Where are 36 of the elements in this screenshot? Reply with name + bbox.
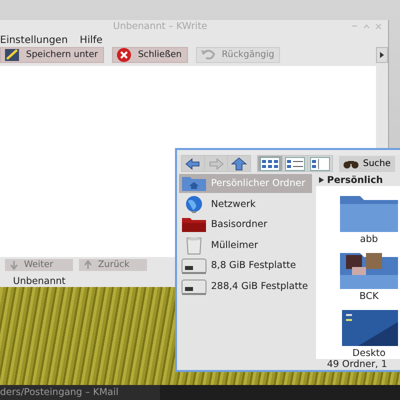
places-item[interactable]: 8,8 GiB Festplatte — [179, 256, 312, 275]
close-icon — [116, 46, 132, 63]
file-name[interactable]: BCK — [359, 291, 379, 302]
file-name[interactable]: Deskto — [352, 348, 386, 359]
icon-view-button[interactable] — [258, 156, 282, 171]
details-view-button[interactable] — [283, 156, 307, 171]
hard-drive-icon — [181, 256, 207, 275]
search-button[interactable]: Suche — [339, 156, 395, 172]
document-pen-icon — [4, 46, 20, 63]
menu-item[interactable]: Einstellungen — [0, 34, 68, 46]
file-name[interactable]: abb — [360, 234, 378, 245]
up-arrow-icon — [83, 260, 93, 270]
maximize-icon — [363, 23, 370, 30]
up-button[interactable] — [228, 156, 250, 171]
back-button[interactable] — [182, 156, 204, 171]
places-item[interactable]: 288,4 GiB Festplatte — [179, 276, 312, 296]
binoculars-icon — [343, 158, 359, 168]
menu-item[interactable]: Hilfe — [80, 34, 103, 46]
hard-drive-icon — [181, 276, 207, 296]
places-item[interactable]: Basisordner — [179, 215, 312, 234]
column-view-button[interactable] — [308, 156, 332, 171]
save-as-button[interactable]: Speichern unter — [0, 46, 104, 63]
expand-arrow-icon — [319, 177, 324, 183]
down-arrow-icon — [9, 260, 19, 270]
toolbar-overflow-button[interactable] — [376, 46, 388, 63]
places-item[interactable]: Mülleimer — [179, 236, 312, 254]
close-icon — [375, 23, 382, 30]
places-item[interactable]: Netzwerk — [179, 194, 312, 214]
document-name-label: Unbenannt — [13, 276, 66, 287]
status-bar-text: 49 Ordner, 1 — [326, 359, 388, 370]
root-folder-icon — [181, 215, 207, 234]
home-folder-icon — [181, 174, 207, 193]
window-title: Unbenannt – KWrite — [113, 21, 208, 32]
taskbar-task[interactable]: ders/Posteingang – KMail — [0, 385, 160, 400]
triangle-icon — [380, 52, 384, 58]
close-button[interactable]: Schließen — [112, 46, 188, 63]
